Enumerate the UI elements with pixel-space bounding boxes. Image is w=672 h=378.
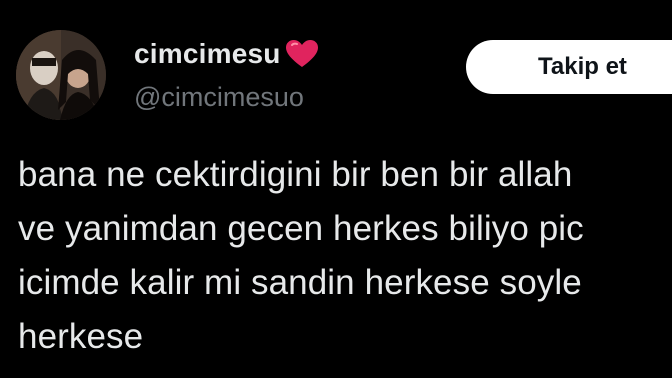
display-name[interactable]: cimcimesu	[134, 38, 281, 70]
follow-button[interactable]: Takip et	[466, 40, 672, 94]
user-handle[interactable]: @cimcimesuo	[134, 82, 304, 113]
red-heart-icon	[285, 39, 319, 69]
tweet-line: bana ne cektirdigini bir ben bir allah	[18, 155, 573, 194]
display-name-row: cimcimesu	[134, 38, 319, 70]
tweet-line: herkese	[18, 317, 144, 356]
avatar-photo-icon	[16, 30, 106, 120]
tweet-line: icimde kalir mi sandin herkese soyle	[18, 263, 582, 302]
avatar[interactable]	[16, 30, 106, 120]
tweet-text: bana ne cektirdigini bir ben bir allah v…	[18, 148, 672, 364]
tweet-line: ve yanimdan gecen herkes biliyo pic	[18, 209, 584, 248]
